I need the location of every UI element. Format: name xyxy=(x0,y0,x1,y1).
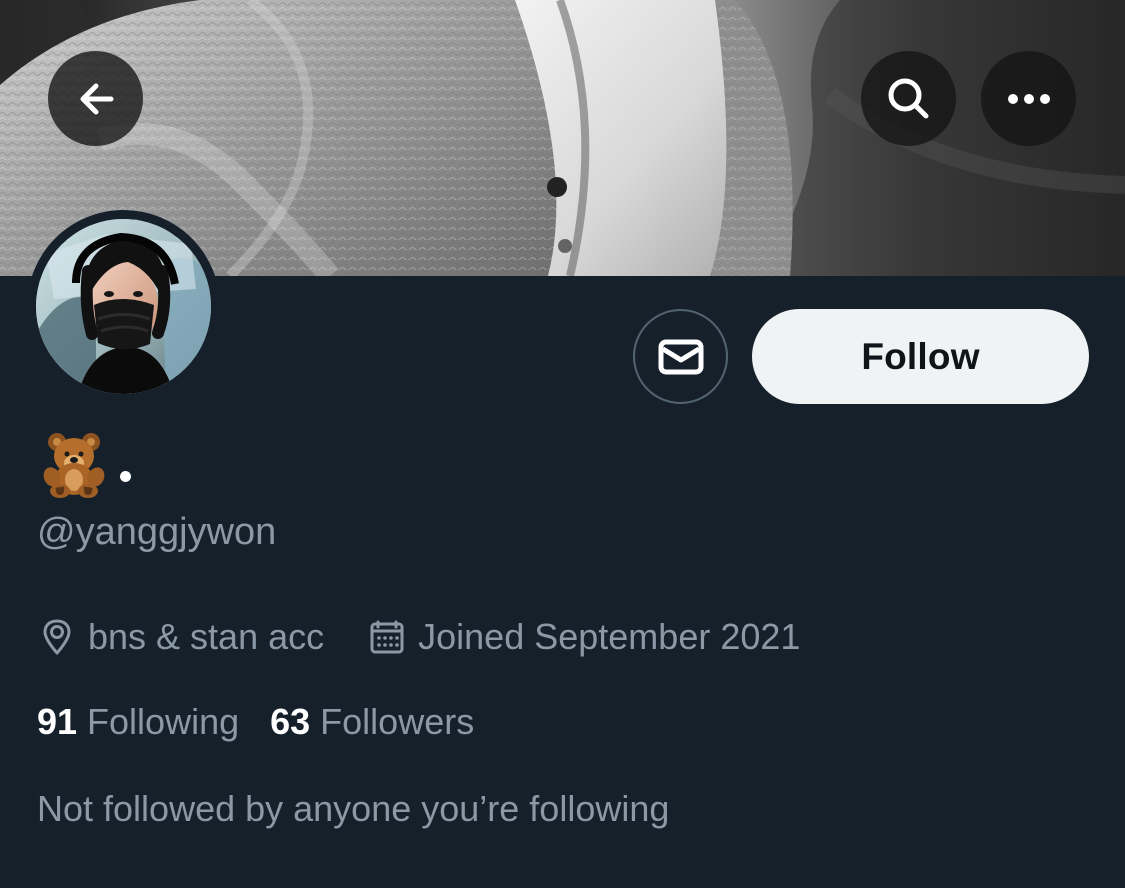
back-button[interactable] xyxy=(48,51,143,146)
profile-screen: Follow • @yanggjywon xyxy=(0,0,1125,888)
location-info: bns & stan acc xyxy=(37,616,324,658)
mutual-followers-text: Not followed by anyone you’re following xyxy=(37,788,670,829)
profile-stats: 91 Following 63 Followers xyxy=(37,701,474,743)
message-button[interactable] xyxy=(633,309,728,404)
location-pin-icon xyxy=(43,619,71,655)
envelope-icon xyxy=(658,339,703,374)
search-icon xyxy=(888,78,928,118)
following-label: Following xyxy=(87,701,240,742)
search-button[interactable] xyxy=(861,51,956,146)
joined-date-info: Joined September 2021 xyxy=(367,616,800,658)
joined-text: Joined September 2021 xyxy=(418,616,801,657)
profile-meta: bns & stan acc Joined September 2021 xyxy=(37,615,800,659)
avatar-image xyxy=(36,219,211,394)
avatar-border xyxy=(27,210,220,403)
teddy-bear-icon xyxy=(43,433,105,498)
display-name: • xyxy=(38,430,158,498)
follow-button[interactable]: Follow xyxy=(752,309,1089,404)
calendar-icon xyxy=(370,620,404,654)
more-horizontal-icon xyxy=(1007,93,1050,104)
followers-count: 63 xyxy=(270,701,311,742)
location-text: bns & stan acc xyxy=(88,616,325,657)
following-count: 91 xyxy=(37,701,78,742)
followers-label: Followers xyxy=(320,701,475,742)
arrow-left-icon xyxy=(80,83,113,114)
avatar[interactable] xyxy=(36,219,211,394)
following-stat[interactable]: 91 Following xyxy=(37,701,239,743)
followers-stat[interactable]: 63 Followers xyxy=(270,701,474,743)
more-options-button[interactable] xyxy=(981,51,1076,146)
username: @yanggjywon xyxy=(37,511,277,553)
